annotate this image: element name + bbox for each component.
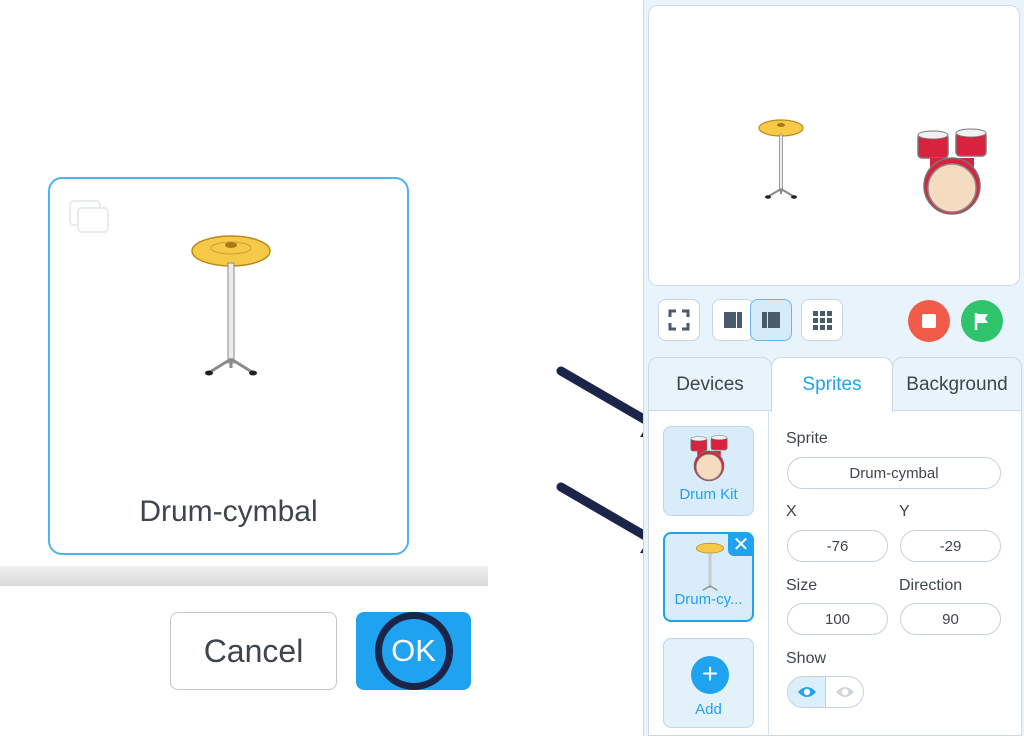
sprite-card-drum-cymbal[interactable]: Drum-cymbal — [48, 177, 409, 555]
sprite-list-divider — [768, 410, 769, 736]
cancel-button[interactable]: Cancel — [170, 612, 337, 690]
size-field[interactable]: 100 — [787, 603, 888, 635]
sprite-tile-drum-cymbal[interactable]: ✕ Drum-cy... — [663, 532, 754, 622]
flag-icon — [974, 313, 988, 330]
direction-label: Direction — [899, 577, 963, 594]
ok-button[interactable]: OK — [356, 612, 471, 690]
add-sprite-label: Add — [695, 701, 722, 718]
delete-sprite-button[interactable]: ✕ — [728, 532, 754, 556]
sprite-tile-label: Drum-cy... — [674, 591, 743, 608]
fullscreen-button[interactable] — [658, 299, 700, 341]
large-stage-button[interactable] — [750, 299, 792, 341]
app-panel: Devices Sprites Background Drum Kit ✕ Dr… — [643, 0, 1024, 736]
x-label: X — [786, 503, 797, 520]
grid-view-button[interactable] — [801, 299, 843, 341]
show-hidden-button[interactable] — [825, 677, 863, 707]
sprite-card-name: Drum-cymbal — [139, 495, 318, 528]
size-label: Size — [786, 577, 818, 594]
dialog-footer-divider — [0, 566, 488, 586]
stage-sprite-drum-kit[interactable] — [914, 128, 990, 218]
green-flag-button[interactable] — [961, 300, 1003, 342]
large-stage-icon — [762, 312, 780, 328]
grid-icon — [813, 311, 832, 330]
ok-button-label: OK — [374, 612, 453, 690]
eye-hidden-icon — [835, 687, 854, 697]
small-stage-icon — [724, 312, 742, 328]
tab-sprites[interactable]: Sprites — [771, 357, 893, 412]
sprite-name-label: Sprite — [786, 430, 828, 447]
show-visible-button[interactable] — [788, 677, 825, 707]
eye-icon — [797, 687, 816, 697]
add-sprite-button[interactable]: + Add — [663, 638, 754, 728]
plus-icon: + — [691, 656, 729, 694]
y-field[interactable]: -29 — [900, 530, 1001, 562]
sprite-tile-drum-kit[interactable]: Drum Kit — [663, 426, 754, 516]
stop-button[interactable] — [908, 300, 950, 342]
tab-devices[interactable]: Devices — [648, 357, 772, 411]
duplicate-icon[interactable] — [68, 199, 112, 235]
fullscreen-icon — [668, 309, 690, 331]
show-label: Show — [786, 650, 827, 667]
x-field[interactable]: -76 — [787, 530, 888, 562]
sprite-name-field[interactable]: Drum-cymbal — [787, 457, 1001, 489]
stage-sprite-drum-cymbal[interactable] — [757, 118, 805, 202]
stop-icon — [922, 314, 936, 328]
y-label: Y — [899, 503, 910, 520]
direction-field[interactable]: 90 — [900, 603, 1001, 635]
sprite-tile-label: Drum Kit — [679, 486, 738, 503]
small-stage-button[interactable] — [712, 299, 754, 341]
stage-canvas[interactable] — [648, 5, 1020, 286]
tab-background[interactable]: Background — [892, 357, 1022, 411]
drum-kit-icon — [690, 435, 728, 482]
cymbal-icon — [696, 542, 724, 591]
cymbal-icon — [191, 235, 271, 376]
show-toggle — [787, 676, 864, 708]
